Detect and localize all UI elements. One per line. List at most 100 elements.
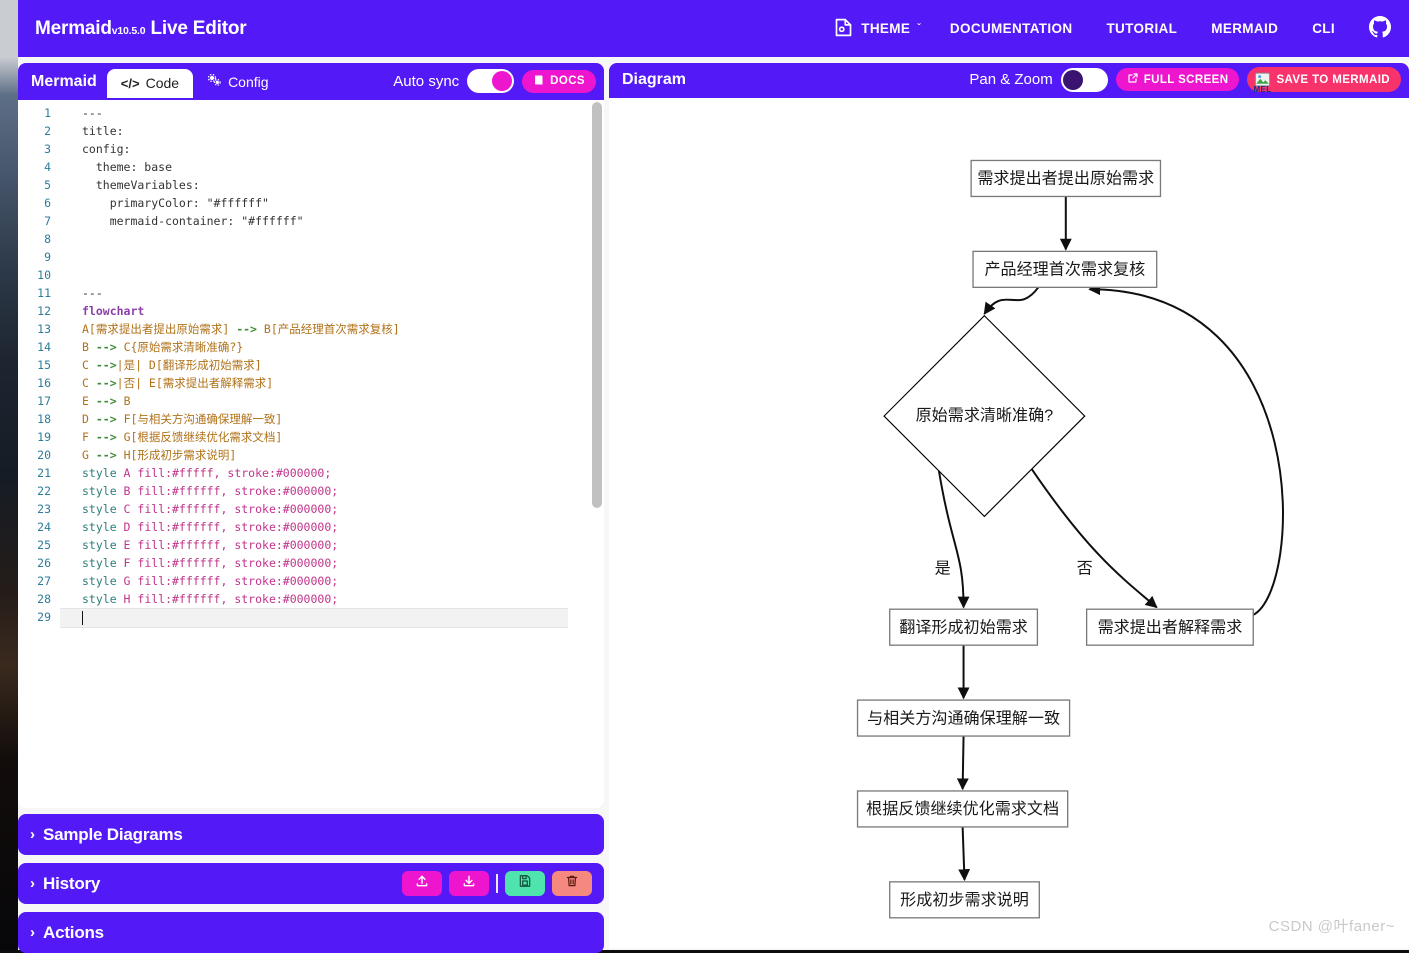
app-brand[interactable]: Mermaidv10.5.0 Live Editor bbox=[35, 18, 247, 40]
code-line[interactable]: 6 primaryColor: "#ffffff" bbox=[18, 194, 604, 212]
code-line-text[interactable]: --- bbox=[60, 284, 103, 302]
flowchart-node[interactable]: 形成初步需求说明 bbox=[889, 881, 1040, 919]
pan-zoom-toggle[interactable] bbox=[1060, 67, 1108, 92]
code-line-text[interactable] bbox=[60, 266, 82, 284]
accordion-sample-diagrams[interactable]: › Sample Diagrams bbox=[18, 814, 604, 855]
save-to-mermaid-button[interactable]: MEL SAVE TO MERMAID bbox=[1247, 67, 1401, 94]
code-line[interactable]: 21 style A fill:#fffff, stroke:#000000; bbox=[18, 464, 604, 482]
code-editor-content[interactable]: 1 --- 2 title: 3 config: 4 theme: base 5 themeV… bbox=[18, 100, 604, 808]
code-line-text[interactable]: style F fill:#ffffff, stroke:#000000; bbox=[60, 554, 338, 572]
code-line-text[interactable]: G --> H[形成初步需求说明] bbox=[60, 446, 236, 464]
code-line[interactable]: 1 --- bbox=[18, 104, 604, 122]
line-number: 15 bbox=[37, 358, 51, 372]
flowchart-node[interactable]: 翻译形成初始需求 bbox=[889, 608, 1039, 646]
nav-tutorial[interactable]: TUTORIAL bbox=[1089, 21, 1194, 36]
code-line-text[interactable]: B --> C{原始需求清晰准确?} bbox=[60, 338, 243, 356]
docs-button[interactable]: DOCS bbox=[522, 69, 596, 93]
code-line-text[interactable]: style G fill:#ffffff, stroke:#000000; bbox=[60, 572, 338, 590]
code-line[interactable]: 11 --- bbox=[18, 284, 604, 302]
code-line-text[interactable]: style C fill:#ffffff, stroke:#000000; bbox=[60, 500, 338, 518]
code-editor-scrollbar[interactable] bbox=[591, 100, 603, 808]
code-line-text[interactable]: primaryColor: "#ffffff" bbox=[60, 194, 269, 212]
accordion-history[interactable]: › History bbox=[18, 863, 604, 904]
code-line[interactable]: 16 C -->|否| E[需求提出者解释需求] bbox=[18, 374, 604, 392]
code-line-text[interactable]: D --> F[与相关方沟通确保理解一致] bbox=[60, 410, 282, 428]
code-line[interactable]: 23 style C fill:#ffffff, stroke:#000000; bbox=[18, 500, 604, 518]
code-token: G[根据反馈继续优化需求文档] bbox=[123, 430, 283, 444]
code-line[interactable]: 8 bbox=[18, 230, 604, 248]
code-line-text[interactable]: themeVariables: bbox=[60, 176, 200, 194]
code-line-text[interactable]: E --> B bbox=[60, 392, 131, 410]
nav-documentation[interactable]: DOCUMENTATION bbox=[933, 21, 1090, 36]
code-line-text[interactable]: mermaid-container: "#ffffff" bbox=[60, 212, 304, 230]
code-line[interactable]: 5 themeVariables: bbox=[18, 176, 604, 194]
code-line-text[interactable] bbox=[60, 230, 82, 248]
code-line-text[interactable]: style E fill:#ffffff, stroke:#000000; bbox=[60, 536, 338, 554]
docs-button-label: DOCS bbox=[550, 75, 585, 87]
line-number: 29 bbox=[37, 610, 51, 624]
code-line-text[interactable]: style D fill:#ffffff, stroke:#000000; bbox=[60, 518, 338, 536]
flowchart-node[interactable]: 产品经理首次需求复核 bbox=[972, 250, 1158, 288]
flowchart-node[interactable]: 根据反馈继续优化需求文档 bbox=[856, 790, 1069, 828]
download-button[interactable] bbox=[449, 871, 489, 896]
code-line-text[interactable]: C -->|否| E[需求提出者解释需求] bbox=[60, 374, 273, 392]
edge-G-H bbox=[958, 826, 971, 882]
code-line[interactable]: 29 bbox=[18, 608, 604, 628]
code-line-text[interactable]: style B fill:#ffffff, stroke:#000000; bbox=[60, 482, 338, 500]
tab-config[interactable]: Config bbox=[193, 67, 282, 98]
code-line[interactable]: 4 theme: base bbox=[18, 158, 604, 176]
code-line[interactable]: 13 A[需求提出者提出原始需求] --> B[产品经理首次需求复核] bbox=[18, 320, 604, 338]
flowchart-node[interactable]: 与相关方沟通确保理解一致 bbox=[856, 699, 1071, 737]
code-line[interactable]: 26 style F fill:#ffffff, stroke:#000000; bbox=[18, 554, 604, 572]
flowchart-node[interactable]: 原始需求清晰准确? bbox=[883, 314, 1086, 518]
code-line-text[interactable]: A[需求提出者提出原始需求] --> B[产品经理首次需求复核] bbox=[60, 320, 400, 338]
code-line[interactable]: 20 G --> H[形成初步需求说明] bbox=[18, 446, 604, 464]
node-label: 需求提出者解释需求 bbox=[1098, 618, 1243, 636]
code-line-text[interactable] bbox=[60, 608, 568, 628]
code-line[interactable]: 28 style H fill:#ffffff, stroke:#000000; bbox=[18, 590, 604, 608]
code-line[interactable]: 7 mermaid-container: "#ffffff" bbox=[18, 212, 604, 230]
code-line[interactable]: 2 title: bbox=[18, 122, 604, 140]
code-line[interactable]: 9 bbox=[18, 248, 604, 266]
code-line[interactable]: 12 flowchart bbox=[18, 302, 604, 320]
code-editor[interactable]: 1 --- 2 title: 3 config: 4 theme: base 5 themeV… bbox=[18, 98, 604, 808]
nav-cli[interactable]: CLI bbox=[1295, 21, 1352, 36]
code-line[interactable]: 25 style E fill:#ffffff, stroke:#000000; bbox=[18, 536, 604, 554]
code-line[interactable]: 19 F --> G[根据反馈继续优化需求文档] bbox=[18, 428, 604, 446]
code-line-text[interactable]: flowchart bbox=[60, 302, 144, 320]
code-line-text[interactable]: theme: base bbox=[60, 158, 172, 176]
code-line[interactable]: 3 config: bbox=[18, 140, 604, 158]
code-line-text[interactable]: F --> G[根据反馈继续优化需求文档] bbox=[60, 428, 282, 446]
code-line[interactable]: 10 bbox=[18, 266, 604, 284]
line-number: 9 bbox=[44, 250, 51, 264]
diagram-canvas[interactable]: 需求提出者提出原始需求 产品经理首次需求复核原始需求清晰准确? 翻译形成初始需求 需求… bbox=[609, 96, 1409, 948]
save-button[interactable] bbox=[505, 871, 545, 896]
code-line-text[interactable]: config: bbox=[60, 140, 130, 158]
delete-button[interactable] bbox=[552, 871, 592, 896]
scrollbar-thumb[interactable] bbox=[592, 102, 602, 508]
code-line[interactable]: 24 style D fill:#ffffff, stroke:#000000; bbox=[18, 518, 604, 536]
nav-theme-menu[interactable]: THEME ˇ bbox=[816, 17, 933, 41]
nav-github-link[interactable] bbox=[1352, 16, 1397, 41]
accordion-actions[interactable]: › Actions bbox=[18, 912, 604, 953]
code-line[interactable]: 18 D --> F[与相关方沟通确保理解一致] bbox=[18, 410, 604, 428]
code-line-text[interactable]: style A fill:#fffff, stroke:#000000; bbox=[60, 464, 331, 482]
auto-sync-toggle[interactable] bbox=[467, 69, 515, 93]
code-line-text[interactable]: --- bbox=[60, 104, 103, 122]
code-line-text[interactable]: C -->|是| D[翻译形成初始需求] bbox=[60, 356, 262, 374]
flowchart-node[interactable]: 需求提出者提出原始需求 bbox=[970, 159, 1162, 198]
code-line[interactable]: 22 style B fill:#ffffff, stroke:#000000; bbox=[18, 482, 604, 500]
code-line-text[interactable]: title: bbox=[60, 122, 124, 140]
flowchart-node[interactable]: 需求提出者解释需求 bbox=[1085, 608, 1254, 646]
nav-mermaid[interactable]: MERMAID bbox=[1194, 21, 1295, 36]
full-screen-button[interactable]: FULL SCREEN bbox=[1115, 68, 1240, 91]
code-line-text[interactable] bbox=[60, 248, 82, 266]
flowchart-svg[interactable]: 需求提出者提出原始需求产品经理首次需求复核原始需求清晰准确? 翻译形成初始需求 需求… bbox=[609, 98, 1409, 948]
code-line-text[interactable]: style H fill:#ffffff, stroke:#000000; bbox=[60, 590, 338, 608]
code-line[interactable]: 15 C -->|是| D[翻译形成初始需求] bbox=[18, 356, 604, 374]
upload-button[interactable] bbox=[402, 871, 442, 896]
code-line[interactable]: 17 E --> B bbox=[18, 392, 604, 410]
code-line[interactable]: 14 B --> C{原始需求清晰准确?} bbox=[18, 338, 604, 356]
code-line[interactable]: 27 style G fill:#ffffff, stroke:#000000; bbox=[18, 572, 604, 590]
tab-code[interactable]: </> Code bbox=[106, 69, 194, 98]
